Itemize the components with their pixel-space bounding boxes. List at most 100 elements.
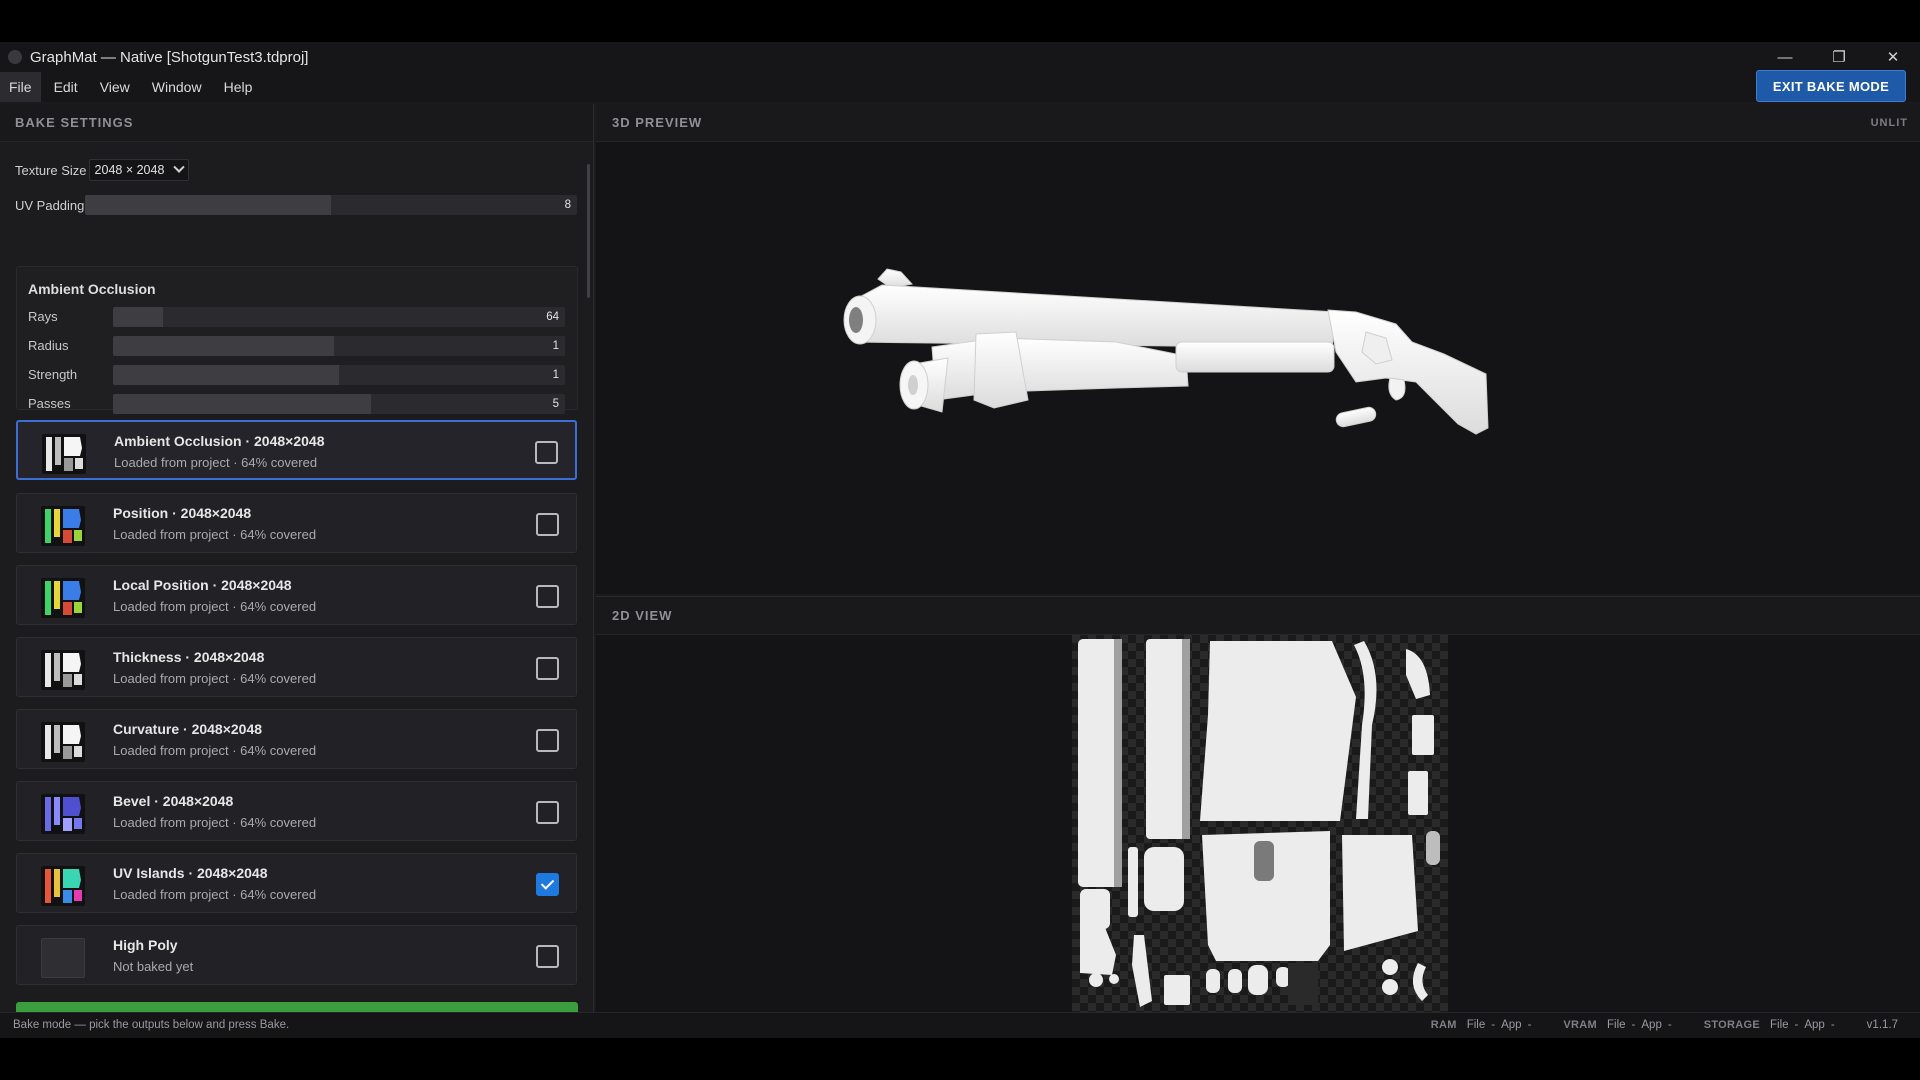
menu-edit[interactable]: Edit	[45, 72, 87, 102]
vram-app-value: -	[1667, 1019, 1672, 1031]
strength-slider[interactable]: 1	[113, 365, 565, 385]
bake-output-status: Loaded from project · 64% covered	[113, 815, 317, 830]
ram-app-value: -	[1527, 1019, 1532, 1031]
vram-file-label: File	[1607, 1019, 1626, 1031]
bake-output-status: Loaded from project · 64% covered	[113, 887, 317, 902]
uv-texture-canvas[interactable]	[1072, 635, 1448, 1013]
bake-output-checkbox[interactable]	[536, 729, 559, 752]
bake-output-status: Loaded from project · 64% covered	[114, 455, 318, 470]
bake-output-local-position[interactable]: Local Position · 2048×2048 Loaded from p…	[16, 565, 577, 625]
preview-3d-title: 3D PREVIEW	[612, 115, 703, 130]
exit-bake-mode-button[interactable]: EXIT BAKE MODE	[1756, 70, 1906, 102]
bake-settings-panel: BAKE SETTINGS Texture Size 2048 × 2048 U…	[0, 104, 594, 1038]
bake-output-title: Thickness · 2048×2048	[113, 649, 265, 665]
bake-output-position[interactable]: Position · 2048×2048 Loaded from project…	[16, 493, 577, 553]
bake-output-status: Loaded from project · 64% covered	[113, 599, 317, 614]
vram-file-value: -	[1631, 1019, 1636, 1031]
window-controls: — ❐ ✕	[1758, 42, 1920, 72]
bake-output-thickness[interactable]: Thickness · 2048×2048 Loaded from projec…	[16, 637, 577, 697]
bake-output-title: Curvature · 2048×2048	[113, 721, 263, 737]
window-title: GraphMat — Native [ShotgunTest3.tdproj]	[30, 48, 309, 66]
bake-output-title: Local Position · 2048×2048	[113, 577, 292, 593]
app-logo-icon	[8, 50, 22, 64]
vram-app-label: App	[1641, 1019, 1662, 1031]
resource-usage: RAM File - App - VRAM File - App - STORA…	[1431, 1019, 1898, 1031]
restore-button[interactable]: ❐	[1812, 42, 1866, 72]
bake-output-checkbox[interactable]	[536, 873, 559, 896]
settings-scrollbar[interactable]	[587, 164, 590, 298]
menu-file[interactable]: File	[0, 72, 41, 102]
bake-output-ambient-occlusion[interactable]: Ambient Occlusion · 2048×2048 Loaded fro…	[16, 420, 577, 480]
vram-label: VRAM	[1563, 1019, 1597, 1031]
ram-app-label: App	[1501, 1019, 1522, 1031]
bake-output-title: Position · 2048×2048	[113, 505, 252, 521]
bake-output-curvature[interactable]: Curvature · 2048×2048 Loaded from projec…	[16, 709, 577, 769]
bake-output-status: Loaded from project · 64% covered	[113, 671, 317, 686]
curvature-thumbnail	[41, 722, 85, 762]
uv-islands-thumbnail	[41, 866, 85, 906]
radius-slider[interactable]: 1	[113, 336, 565, 356]
ram-file-value: -	[1491, 1019, 1496, 1031]
texture-size-select[interactable]: 2048 × 2048	[88, 159, 189, 181]
bake-output-checkbox[interactable]	[535, 441, 558, 464]
status-hint: Bake mode — pick the outputs below and p…	[13, 1019, 290, 1031]
close-button[interactable]: ✕	[1866, 42, 1920, 72]
ambient-occlusion-group: Ambient Occlusion Rays 64 Radius 1 Stren…	[16, 266, 578, 414]
bake-output-uv-islands[interactable]: UV Islands · 2048×2048 Loaded from proje…	[16, 853, 577, 913]
app-window: GraphMat — Native [ShotgunTest3.tdproj] …	[0, 42, 1920, 1038]
menu-window[interactable]: Window	[143, 72, 211, 102]
strength-slider-fill	[113, 365, 339, 385]
bake-output-status: Not baked yet	[113, 959, 194, 974]
passes-slider-fill	[113, 394, 371, 414]
rays-slider[interactable]: 64	[113, 307, 565, 327]
shotgun-model-viewport[interactable]	[596, 142, 1920, 594]
high-poly-thumbnail	[41, 938, 85, 978]
preview-3d-header: 3D PREVIEW UNLIT	[596, 104, 1920, 142]
radius-slider-fill	[113, 336, 335, 356]
position-thumbnail	[41, 506, 85, 546]
bake-output-checkbox[interactable]	[536, 801, 559, 824]
passes-label: Passes	[28, 396, 71, 411]
storage-file-value: -	[1794, 1019, 1799, 1031]
app-version: v1.1.7	[1866, 1019, 1898, 1031]
menu-view[interactable]: View	[91, 72, 139, 102]
local-position-thumbnail	[41, 578, 85, 618]
minimize-button[interactable]: —	[1758, 42, 1812, 72]
bake-output-title: UV Islands · 2048×2048	[113, 865, 268, 881]
bake-settings-header: BAKE SETTINGS	[0, 104, 593, 142]
shading-mode-toggle[interactable]: UNLIT	[1871, 104, 1908, 142]
thickness-thumbnail	[41, 650, 85, 690]
uv-padding-slider-fill	[85, 195, 331, 215]
bake-output-checkbox[interactable]	[536, 585, 559, 608]
bake-output-title: High Poly	[113, 937, 178, 953]
title-bar: GraphMat — Native [ShotgunTest3.tdproj] …	[0, 42, 1920, 72]
view-2d-header: 2D VIEW	[596, 597, 1920, 635]
ambient-occlusion-thumbnail	[42, 434, 86, 474]
uv-padding-value: 8	[564, 199, 571, 211]
uv-padding-label: UV Padding	[15, 197, 85, 213]
bake-output-checkbox[interactable]	[536, 513, 559, 536]
storage-app-value: -	[1830, 1019, 1835, 1031]
ambient-occlusion-title: Ambient Occlusion	[28, 281, 156, 297]
bevel-thumbnail	[41, 794, 85, 834]
menu-help[interactable]: Help	[215, 72, 262, 102]
bake-output-bevel[interactable]: Bevel · 2048×2048 Loaded from project · …	[16, 781, 577, 841]
passes-slider[interactable]: 5	[113, 394, 565, 414]
bake-output-checkbox[interactable]	[536, 945, 559, 968]
texture-size-value: 2048 × 2048	[94, 163, 165, 177]
uv-islands-image	[1072, 635, 1448, 1013]
restore-icon: ❐	[1832, 49, 1846, 66]
strength-value: 1	[552, 369, 559, 381]
bake-output-checkbox[interactable]	[536, 657, 559, 680]
texture-size-label: Texture Size	[15, 162, 87, 178]
minimize-icon: —	[1777, 48, 1793, 66]
uv-padding-slider[interactable]: 8	[85, 195, 577, 215]
radius-label: Radius	[28, 338, 69, 353]
bake-output-high-poly[interactable]: High Poly Not baked yet	[16, 925, 577, 985]
chevron-down-icon	[172, 161, 185, 173]
preview-3d-panel: 3D PREVIEW UNLIT	[596, 104, 1920, 594]
uv-padding-row: UV Padding	[15, 195, 84, 215]
checkmark-icon	[540, 876, 555, 890]
bake-output-status: Loaded from project · 64% covered	[113, 527, 317, 542]
rays-slider-fill	[113, 307, 163, 327]
